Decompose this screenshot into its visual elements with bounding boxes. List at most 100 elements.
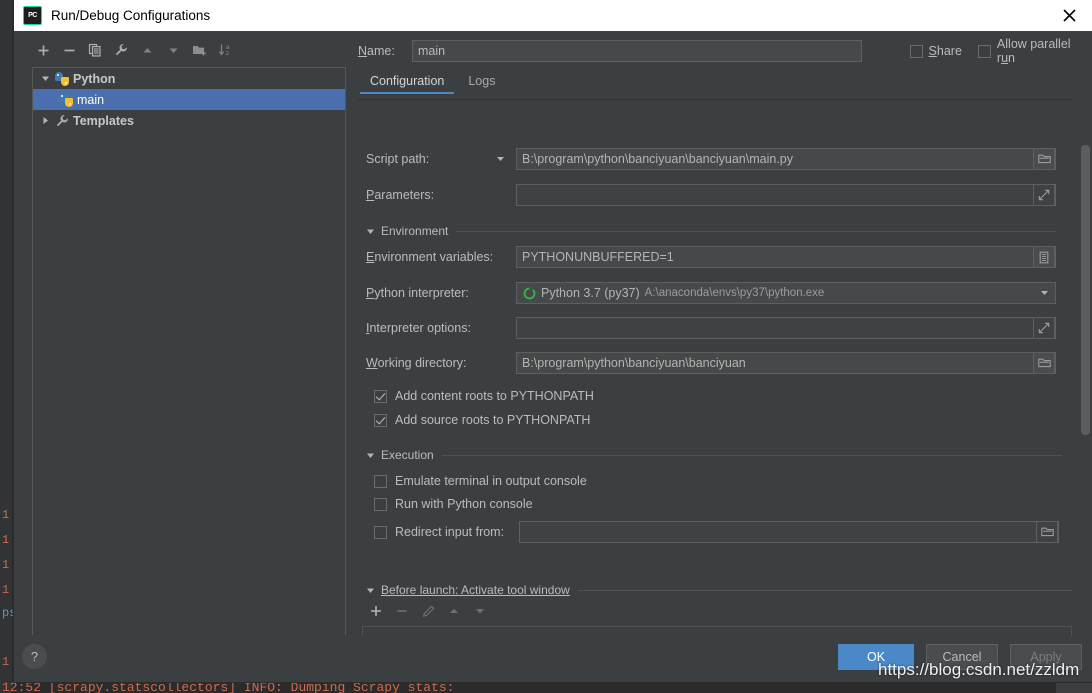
working-directory-row: Working directory: B:\program\python\ban… bbox=[366, 352, 1072, 374]
before-launch-task-list[interactable]: There are no tasks to run before launch bbox=[362, 626, 1072, 636]
tree-node-templates[interactable]: Templates bbox=[33, 110, 345, 131]
tree-node-main[interactable]: main bbox=[33, 89, 345, 110]
tab-logs[interactable]: Logs bbox=[456, 71, 507, 93]
parameters-label: Parameters: bbox=[366, 188, 516, 202]
section-divider bbox=[442, 455, 1062, 456]
emulate-terminal-checkbox[interactable]: Emulate terminal in output console bbox=[374, 474, 587, 488]
python-icon bbox=[53, 72, 71, 86]
environment-variables-list-edit-icon[interactable] bbox=[1033, 246, 1055, 268]
add-source-roots-checkbox-box[interactable] bbox=[374, 414, 387, 427]
script-path-browse-folder-icon[interactable] bbox=[1033, 148, 1055, 170]
allow-parallel-run-checkbox-box[interactable] bbox=[978, 45, 991, 58]
before-launch-edit-pencil-icon[interactable] bbox=[418, 601, 438, 621]
script-path-mode-chevron-down-icon[interactable] bbox=[496, 150, 505, 168]
copy-configuration-button[interactable] bbox=[84, 39, 106, 61]
redirect-input-label: Redirect input from: bbox=[395, 525, 519, 539]
console-gutter-mark: 1 bbox=[2, 583, 9, 597]
dialog-titlebar: PC Run/Debug Configurations bbox=[14, 0, 1092, 31]
configuration-form: Script path: B:\program\python\banciyuan… bbox=[358, 101, 1092, 636]
interpreter-options-row: Interpreter options: bbox=[366, 317, 1072, 339]
before-launch-section-header[interactable]: Before launch: Activate tool window bbox=[366, 582, 1072, 598]
name-row: Name: Share Allow parallel run bbox=[358, 37, 1092, 65]
before-launch-remove-button[interactable] bbox=[392, 601, 412, 621]
chevron-down-icon[interactable] bbox=[37, 74, 53, 83]
tab-configuration[interactable]: Configuration bbox=[358, 71, 456, 93]
working-directory-input[interactable]: B:\program\python\banciyuan\banciyuan bbox=[516, 352, 1056, 374]
move-up-button[interactable] bbox=[136, 39, 158, 61]
python-interpreter-select[interactable]: Python 3.7 (py37) A:\anaconda\envs\py37\… bbox=[516, 282, 1056, 304]
run-with-python-console-checkbox[interactable]: Run with Python console bbox=[374, 497, 533, 511]
dialog-body: a z Python bbox=[14, 31, 1092, 636]
redirect-input-field[interactable] bbox=[519, 521, 1059, 543]
add-source-roots-checkbox[interactable]: Add source roots to PYTHONPATH bbox=[374, 413, 590, 427]
name-input[interactable] bbox=[412, 40, 862, 62]
remove-configuration-button[interactable] bbox=[58, 39, 80, 61]
share-label: Share bbox=[929, 44, 962, 58]
tree-node-label: Templates bbox=[73, 114, 134, 128]
chevron-down-icon[interactable] bbox=[366, 586, 375, 595]
redirect-input-checkbox-box[interactable] bbox=[374, 526, 387, 539]
dialog-title: Run/Debug Configurations bbox=[51, 8, 210, 23]
before-launch-add-button[interactable] bbox=[366, 601, 386, 621]
chevron-right-icon[interactable] bbox=[37, 116, 53, 125]
form-scrollbar[interactable] bbox=[1081, 145, 1090, 636]
interpreter-options-input[interactable] bbox=[516, 317, 1056, 339]
run-with-python-console-label: Run with Python console bbox=[395, 497, 533, 511]
interpreter-options-expand-icon[interactable] bbox=[1033, 317, 1055, 339]
tree-node-label: Python bbox=[73, 72, 115, 86]
script-path-value: B:\program\python\banciyuan\banciyuan\ma… bbox=[517, 152, 793, 166]
configuration-right-pane: Name: Share Allow parallel run Configura… bbox=[358, 31, 1092, 636]
before-launch-move-down-button[interactable] bbox=[470, 601, 490, 621]
configurations-left-pane: a z Python bbox=[14, 31, 346, 636]
pycharm-logo-icon: PC bbox=[23, 6, 42, 25]
redirect-input-browse-folder-icon[interactable] bbox=[1036, 521, 1058, 543]
environment-variables-input[interactable]: PYTHONUNBUFFERED=1 bbox=[516, 246, 1056, 268]
emulate-terminal-checkbox-box[interactable] bbox=[374, 475, 387, 488]
add-content-roots-checkbox[interactable]: Add content roots to PYTHONPATH bbox=[374, 389, 594, 403]
script-path-row: Script path: B:\program\python\banciyuan… bbox=[366, 148, 1072, 170]
parameters-expand-icon[interactable] bbox=[1033, 184, 1055, 206]
move-down-button[interactable] bbox=[162, 39, 184, 61]
close-icon[interactable] bbox=[1046, 0, 1092, 31]
add-configuration-button[interactable] bbox=[32, 39, 54, 61]
before-launch-toolbar bbox=[366, 601, 490, 621]
python-icon bbox=[57, 93, 75, 107]
svg-text:z: z bbox=[226, 51, 229, 57]
run-with-python-console-checkbox-box[interactable] bbox=[374, 498, 387, 511]
form-scrollbar-thumb[interactable] bbox=[1081, 145, 1090, 435]
parameters-input[interactable] bbox=[516, 184, 1056, 206]
add-content-roots-label: Add content roots to PYTHONPATH bbox=[395, 389, 594, 403]
python-interpreter-row: Python interpreter: Python 3.7 (py37) A:… bbox=[366, 282, 1072, 304]
tab-bar: Configuration Logs bbox=[358, 71, 1072, 100]
share-checkbox-box[interactable] bbox=[910, 45, 923, 58]
new-folder-button[interactable] bbox=[188, 39, 210, 61]
help-button[interactable]: ? bbox=[22, 644, 47, 669]
script-path-input[interactable]: B:\program\python\banciyuan\banciyuan\ma… bbox=[516, 148, 1056, 170]
wrench-icon[interactable] bbox=[110, 39, 132, 61]
redirect-input-row: Redirect input from: bbox=[374, 521, 1072, 543]
python-interpreter-chevron-down-icon[interactable] bbox=[1040, 284, 1049, 302]
tree-node-label: main bbox=[77, 93, 104, 107]
name-label: Name: bbox=[358, 44, 412, 58]
environment-section-title: Environment bbox=[381, 224, 448, 238]
wrench-icon bbox=[53, 114, 71, 128]
working-directory-browse-folder-icon[interactable] bbox=[1033, 352, 1055, 374]
environment-variables-value: PYTHONUNBUFFERED=1 bbox=[517, 250, 674, 264]
environment-section-header[interactable]: Environment bbox=[366, 223, 1072, 239]
allow-parallel-run-checkbox[interactable]: Allow parallel run bbox=[978, 37, 1092, 65]
before-launch-move-up-button[interactable] bbox=[444, 601, 464, 621]
add-content-roots-checkbox-box[interactable] bbox=[374, 390, 387, 403]
execution-section-header[interactable]: Execution bbox=[366, 447, 1072, 463]
configurations-tree[interactable]: Python main bbox=[32, 67, 346, 635]
python-env-circle-icon bbox=[523, 287, 536, 300]
share-checkbox[interactable]: Share bbox=[910, 44, 962, 58]
add-source-roots-label: Add source roots to PYTHONPATH bbox=[395, 413, 590, 427]
parameters-row: Parameters: bbox=[366, 184, 1072, 206]
sort-az-icon[interactable]: a z bbox=[214, 39, 236, 61]
console-gutter-mark: 1 bbox=[2, 533, 9, 547]
tree-node-python[interactable]: Python bbox=[33, 68, 345, 89]
interpreter-options-label: Interpreter options: bbox=[366, 321, 516, 335]
chevron-down-icon[interactable] bbox=[366, 451, 375, 460]
chevron-down-icon[interactable] bbox=[366, 227, 375, 236]
section-divider bbox=[578, 590, 1072, 591]
